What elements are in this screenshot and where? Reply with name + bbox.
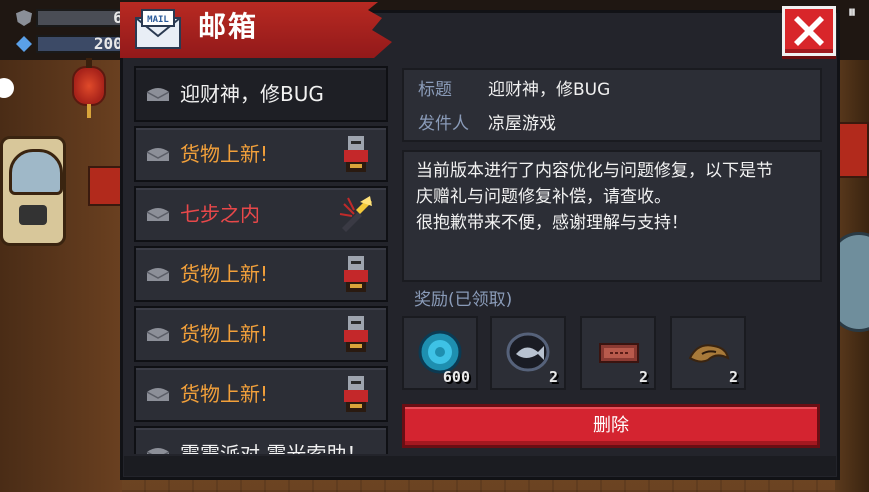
reward-slot: 2 <box>490 316 566 390</box>
mail-subject: 货物上新! <box>180 322 269 346</box>
envelope-icon <box>146 388 170 401</box>
delete-button[interactable]: 删除 <box>402 404 820 448</box>
reward-slot: 2 <box>670 316 746 390</box>
sender-value: 凉屋游戏 <box>488 114 556 134</box>
mail-list[interactable]: 迎财神，修BUG 货物上新! 七步之内 货物上新! 货物上新! 货物上新! 震震… <box>134 66 388 454</box>
mail-icon: MAIL <box>134 8 182 50</box>
mail-body-text: 当前版本进行了内容优化与问题修复，以下是节 庆赠礼与问题修复补偿，请查收。 很抱… <box>416 161 773 233</box>
mail-icon-label: MAIL <box>147 15 169 25</box>
mail-header-info: 标题 迎财神，修BUG 发件人 凉屋游戏 <box>402 68 822 142</box>
envelope-icon <box>146 448 170 454</box>
reward-count: 2 <box>638 368 648 386</box>
envelope-icon <box>146 328 170 341</box>
knight-statue-icon <box>344 136 368 172</box>
knight-statue-icon <box>344 376 368 412</box>
mail-item[interactable]: 货物上新! <box>134 366 388 422</box>
mail-subject: 货物上新! <box>180 142 269 166</box>
mail-body-box: 当前版本进行了内容优化与问题修复，以下是节 庆赠礼与问题修复补偿，请查收。 很抱… <box>402 150 822 282</box>
red-crate <box>88 166 122 206</box>
mail-subject: 货物上新! <box>180 262 269 286</box>
ticket-icon <box>599 343 639 363</box>
reward-label: 奖励(已领取) <box>414 290 513 310</box>
horn-material-icon <box>688 344 730 363</box>
envelope-icon <box>146 208 170 221</box>
sender-label: 发件人 <box>418 114 469 134</box>
reward-slot: 600 <box>402 316 478 390</box>
close-icon <box>794 16 824 46</box>
mail-subject: 震震派对 震光索助！ <box>180 442 367 454</box>
reward-count: 2 <box>728 368 738 386</box>
knight-statue-icon <box>344 316 368 352</box>
envelope-icon <box>146 88 170 101</box>
player-hud: 6/6 200/2 <box>8 6 146 60</box>
right-red-crate <box>837 122 869 178</box>
gacha-machine <box>0 136 66 246</box>
envelope-icon <box>146 148 170 161</box>
energy-icon <box>16 36 32 52</box>
mail-subject: 七步之内 <box>180 202 260 226</box>
mail-item[interactable]: 七步之内 <box>134 186 388 242</box>
lantern-decoration <box>72 58 106 118</box>
page-title: 邮箱 <box>198 10 259 43</box>
mail-item[interactable]: 震震派对 震光索助！ <box>134 426 388 454</box>
reward-count: 2 <box>548 368 558 386</box>
mail-item[interactable]: 货物上新! <box>134 246 388 302</box>
left-wall <box>0 60 122 492</box>
close-button[interactable] <box>782 6 836 56</box>
golden-weapon-icon <box>339 196 372 232</box>
reward-count: 600 <box>442 368 470 386</box>
reward-slot: 2 <box>580 316 656 390</box>
mail-subject: 迎财神，修BUG <box>180 82 324 106</box>
mail-item[interactable]: 货物上新! <box>134 126 388 182</box>
mail-subject: 货物上新! <box>180 382 269 406</box>
shield-icon <box>16 10 32 26</box>
pause-button[interactable]: ⏸ <box>835 0 869 26</box>
mail-item[interactable]: 货物上新! <box>134 306 388 362</box>
title-label: 标题 <box>418 80 452 100</box>
fish-plate-icon <box>506 332 550 372</box>
envelope-icon <box>146 268 170 281</box>
panel-bottom-strip <box>124 456 836 476</box>
title-value: 迎财神，修BUG <box>488 80 611 100</box>
knight-statue-icon <box>344 256 368 292</box>
mail-item[interactable]: 迎财神，修BUG <box>134 66 388 122</box>
